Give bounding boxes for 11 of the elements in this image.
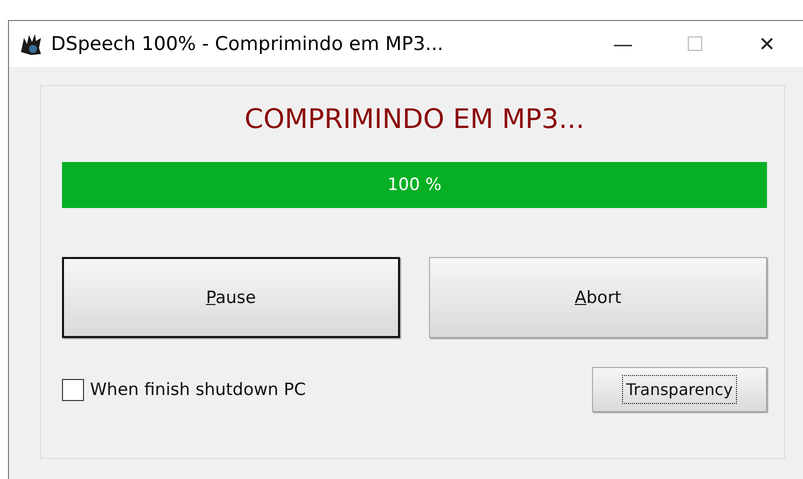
abort-button[interactable]: Abort [429,257,767,338]
pause-button[interactable]: Pause [62,257,400,338]
progress-reading: 100 % [386,174,442,197]
app-icon [19,32,43,56]
close-button[interactable]: ✕ [731,32,803,56]
checkbox-label[interactable]: When finish shutdown PC [90,380,306,400]
status-heading: COMPRIMINDO EM MP3... [244,104,586,137]
minimize-button[interactable]: — [587,32,659,56]
checkbox[interactable] [62,378,84,400]
transparency-button[interactable]: Transparency [592,367,767,412]
window-title: DSpeech 100% - Comprimindo em MP3... [51,33,444,55]
